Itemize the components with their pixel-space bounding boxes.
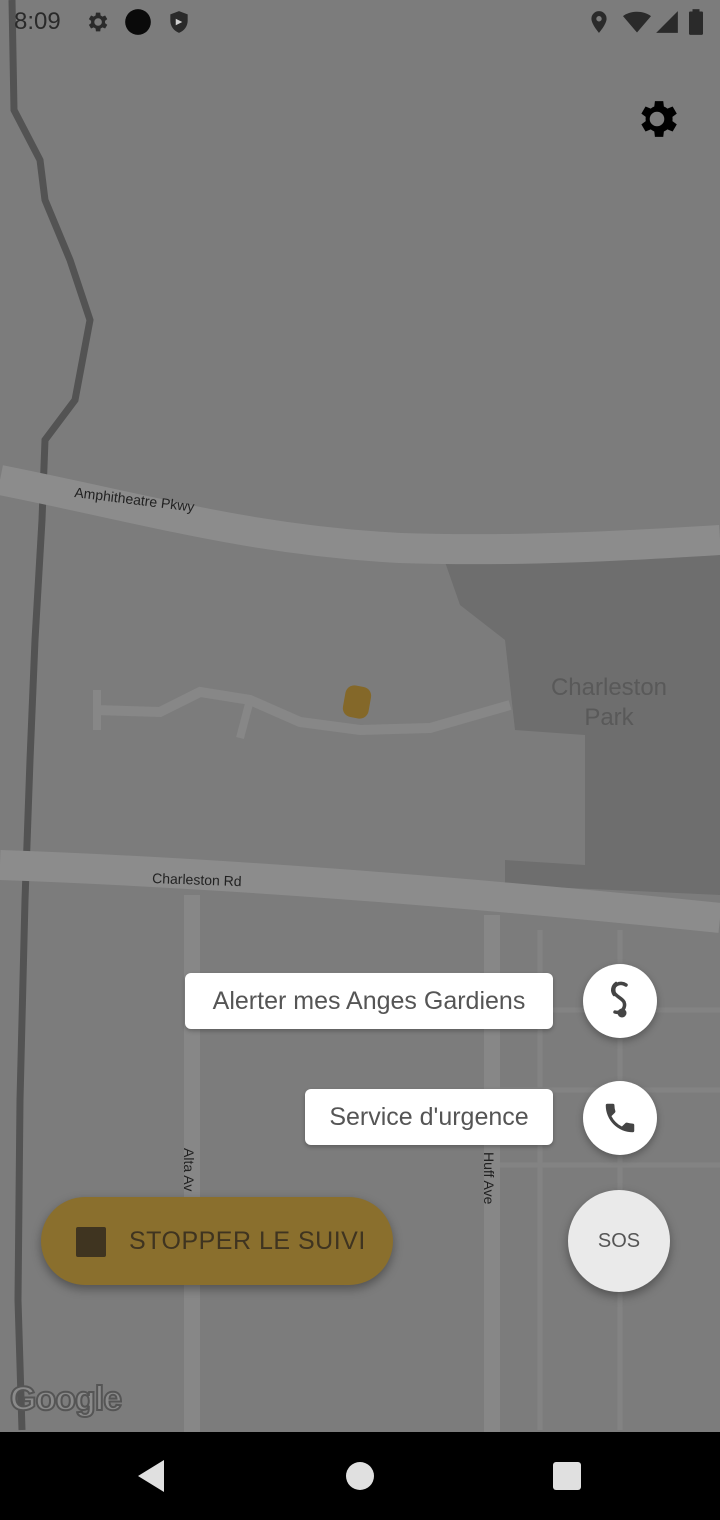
- battery-icon: [689, 9, 703, 35]
- circle-icon: [125, 9, 151, 35]
- gear-icon: [88, 12, 108, 32]
- shield-icon: [170, 11, 188, 33]
- home-icon[interactable]: [336, 1452, 384, 1500]
- status-bar: 8:09: [0, 0, 720, 44]
- wifi-icon: [623, 11, 651, 33]
- guardian-angel-icon: [611, 981, 628, 1018]
- location-icon: [591, 11, 607, 33]
- signal-icon: [656, 11, 678, 33]
- stop-tracking-button[interactable]: STOPPER LE SUIVI: [41, 1197, 393, 1285]
- stop-icon: [76, 1227, 106, 1257]
- recents-icon[interactable]: [543, 1452, 591, 1500]
- status-time: 8:09: [14, 8, 61, 35]
- back-icon[interactable]: [128, 1452, 176, 1500]
- app-screen: Amphitheatre Pkwy Charleston Park Charle…: [0, 0, 720, 1432]
- settings-gear-icon[interactable]: [632, 94, 682, 144]
- sos-label: SOS: [597, 1229, 641, 1252]
- google-logo: Google: [9, 1379, 123, 1419]
- alert-guardians-label[interactable]: Alerter mes Anges Gardiens: [185, 973, 553, 1029]
- stop-tracking-label: STOPPER LE SUIVI: [129, 1227, 366, 1255]
- alert-guardians-button[interactable]: [583, 964, 657, 1038]
- sos-button[interactable]: SOS: [568, 1190, 670, 1292]
- phone-icon: [605, 1103, 635, 1133]
- emergency-service-label[interactable]: Service d'urgence: [305, 1089, 553, 1145]
- emergency-service-button[interactable]: [583, 1081, 657, 1155]
